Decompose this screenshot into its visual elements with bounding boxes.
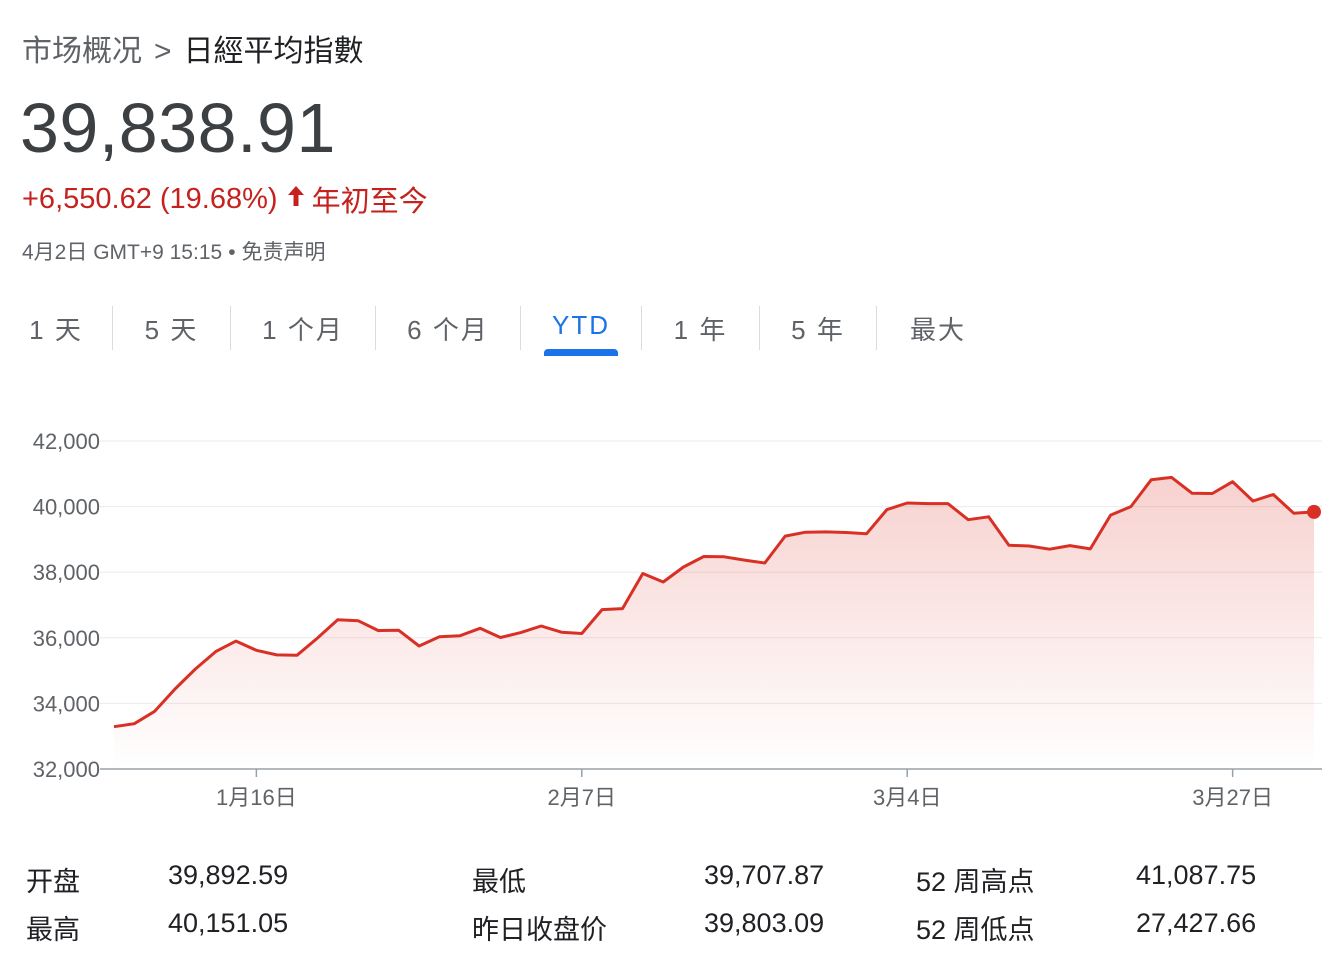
stat-low-label: 最低: [472, 867, 526, 897]
tab-1-month[interactable]: 1 个月: [231, 300, 375, 356]
tab-5-day[interactable]: 5 天: [113, 300, 230, 356]
tab-max[interactable]: 最大: [877, 300, 999, 356]
tab-1-day[interactable]: 1 天: [0, 300, 112, 356]
breadcrumb: 市场概况 > 日經平均指數: [22, 26, 364, 70]
tab-label: 1 天: [29, 315, 83, 345]
y-tick-label: 42,000: [33, 429, 100, 454]
breadcrumb-separator: >: [154, 35, 172, 68]
tab-ytd[interactable]: YTD: [521, 300, 641, 356]
stat-low-value: 39,707.87: [704, 860, 825, 890]
stat-52w-low-label: 52 周低点: [916, 915, 1035, 945]
y-tick-label: 38,000: [33, 560, 100, 585]
y-tick-label: 32,000: [33, 757, 100, 782]
stat-52w-low-value: 27,427.66: [1136, 908, 1257, 938]
change-period: 年初至今: [311, 186, 428, 218]
arrow-up-icon: [286, 185, 306, 214]
stat-open-value: 39,892.59: [168, 860, 289, 890]
stat-prev-close-value: 39,803.09: [704, 908, 825, 938]
tab-6-month[interactable]: 6 个月: [376, 300, 520, 356]
change-value: +6,550.62 (19.68%): [22, 182, 278, 215]
stat-prev-close-label: 昨日收盘价: [472, 915, 607, 945]
y-tick-label: 34,000: [33, 691, 100, 716]
series-area-fill: [114, 477, 1314, 769]
stat-high-label: 最高: [26, 915, 80, 945]
stat-high-value: 40,151.05: [168, 908, 289, 938]
x-tick-label: 3月4日: [873, 785, 941, 810]
tab-1-year[interactable]: 1 年: [642, 300, 759, 356]
current-price: 39,838.91: [20, 89, 336, 167]
stat-open-label: 开盘: [26, 867, 80, 897]
y-tick-label: 36,000: [33, 626, 100, 651]
disclaimer-link[interactable]: 免责声明: [242, 241, 326, 264]
tab-label: 1 个月: [262, 315, 344, 345]
stat-52w-high-value: 41,087.75: [1136, 860, 1257, 890]
price-chart[interactable]: 32,000 34,000 36,000 38,000 40,000 42,000 1月16…: [0, 400, 1340, 820]
x-tick-label: 3月27日: [1192, 785, 1273, 810]
x-tick-label: 1月16日: [216, 785, 297, 810]
x-tick-label: 2月7日: [548, 785, 616, 810]
tab-5-year[interactable]: 5 年: [760, 300, 876, 356]
tab-label: 5 年: [791, 315, 845, 345]
tab-label: YTD: [552, 310, 610, 340]
timestamp-text: 4月2日 GMT+9 15:15: [22, 241, 223, 264]
tab-label: 1 年: [673, 315, 728, 345]
y-tick-label: 40,000: [33, 495, 100, 520]
timestamp: 4月2日 GMT+9 15:15 • 免责声明: [22, 236, 326, 266]
timestamp-dot: •: [228, 241, 236, 264]
time-range-tabs: 1 天 5 天 1 个月 6 个月 YTD 1 年 5 年 最大: [0, 300, 999, 358]
breadcrumb-current: 日經平均指數: [183, 35, 364, 68]
tab-label: 6 个月: [407, 315, 489, 345]
price-change: +6,550.62 (19.68%) 年初至今: [22, 178, 428, 220]
stat-52w-high-label: 52 周高点: [916, 867, 1035, 897]
tab-label: 5 天: [144, 315, 199, 345]
tab-label: 最大: [909, 315, 966, 345]
breadcrumb-market-overview-link[interactable]: 市场概况: [22, 35, 142, 68]
tab-underline: [544, 349, 618, 356]
last-value-marker: [1307, 504, 1321, 519]
